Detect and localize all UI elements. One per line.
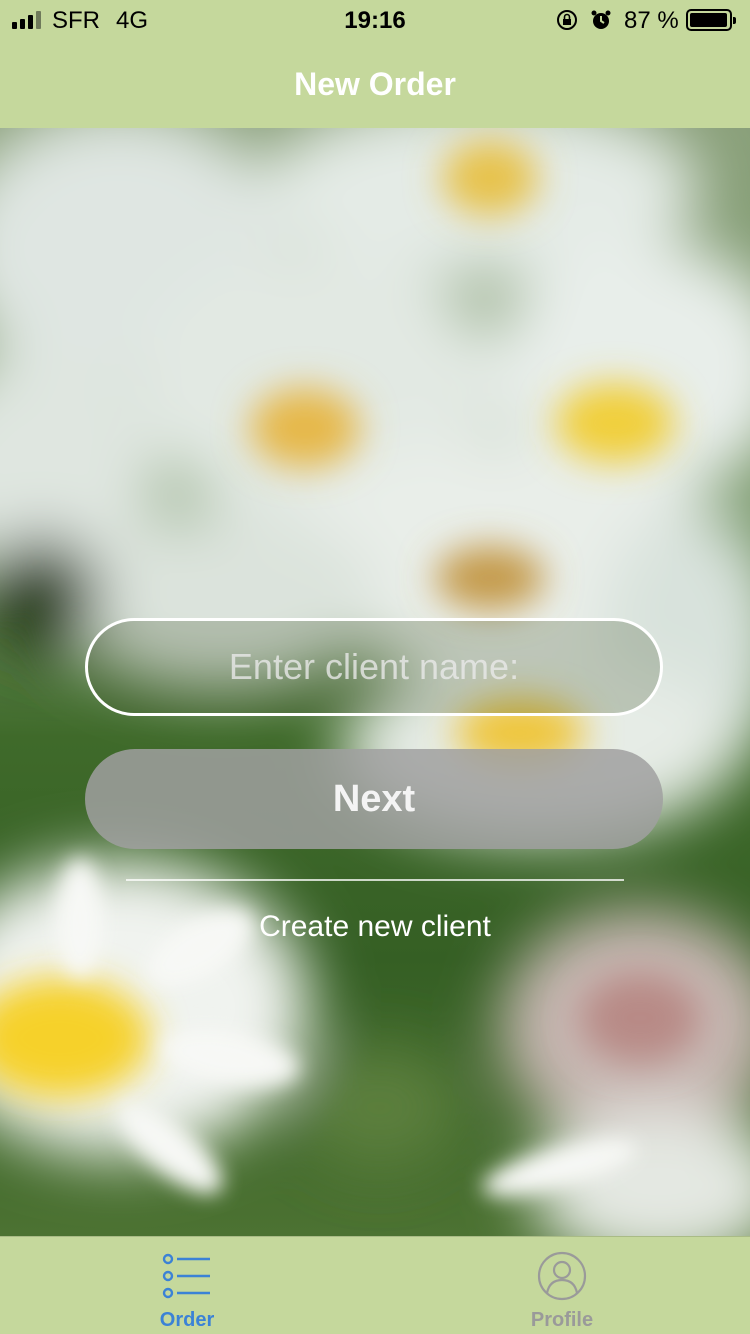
navigation-bar: New Order bbox=[0, 40, 750, 128]
profile-icon bbox=[537, 1251, 587, 1301]
orientation-lock-icon bbox=[557, 10, 577, 30]
next-button[interactable]: Next bbox=[85, 749, 663, 849]
screen: SFR 4G 19:16 87 % New Order Enter client… bbox=[0, 0, 750, 1334]
tab-order[interactable]: Order bbox=[87, 1237, 287, 1334]
divider bbox=[126, 879, 624, 881]
battery-percent: 87 % bbox=[624, 7, 679, 34]
tab-profile-label: Profile bbox=[530, 1309, 594, 1331]
tab-order-label: Order bbox=[159, 1309, 215, 1331]
tab-bar: Order Profile bbox=[0, 1236, 750, 1334]
status-bar: SFR 4G 19:16 87 % bbox=[0, 0, 750, 40]
list-icon bbox=[162, 1253, 210, 1299]
client-name-input[interactable] bbox=[85, 618, 663, 716]
page-title: New Order bbox=[294, 66, 456, 102]
battery-icon bbox=[686, 9, 736, 31]
create-new-client-link[interactable]: Create new client bbox=[0, 910, 750, 944]
tab-profile[interactable]: Profile bbox=[462, 1237, 662, 1334]
alarm-icon bbox=[591, 10, 611, 29]
